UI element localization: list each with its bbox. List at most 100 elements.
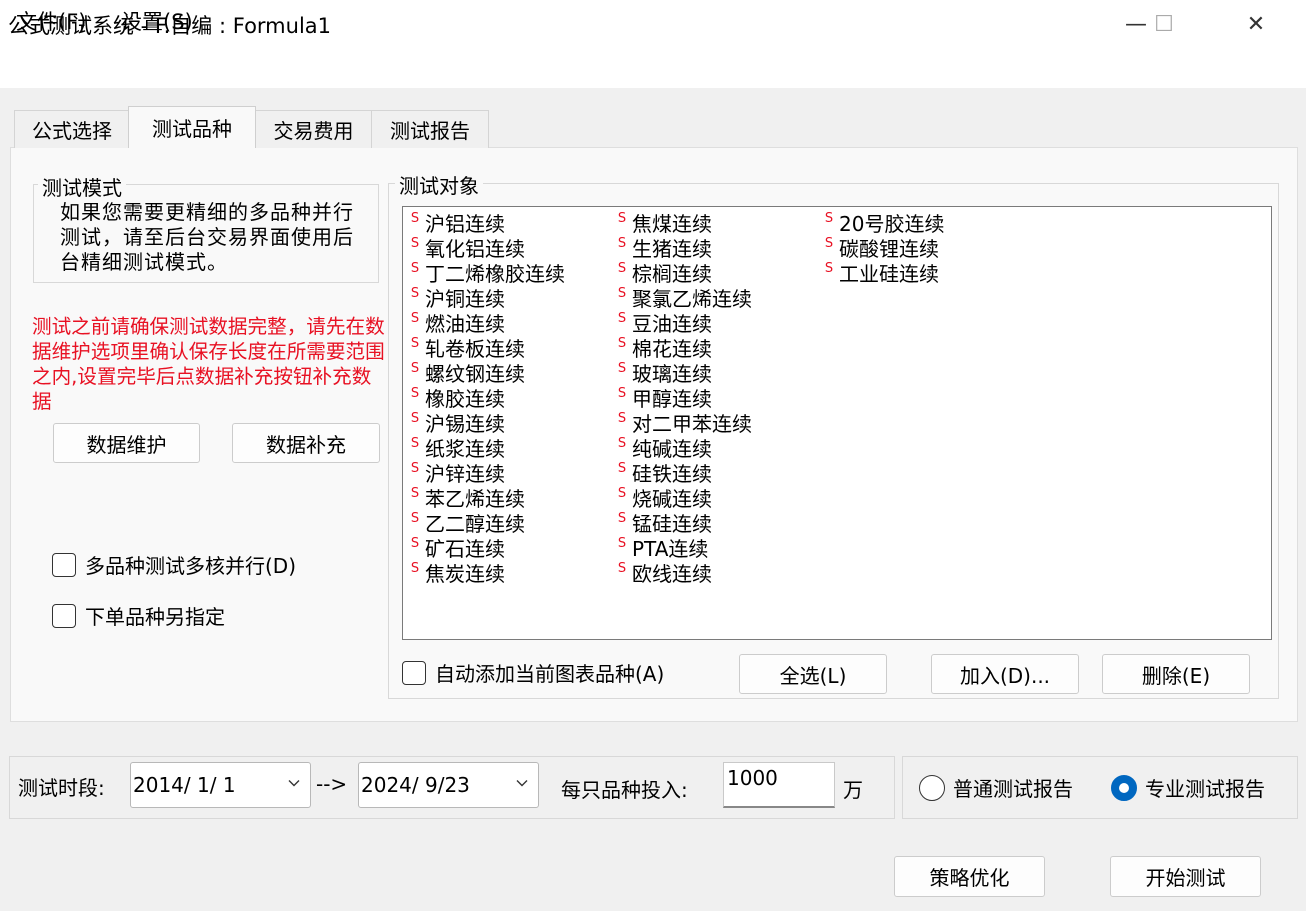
auto-add-label: 自动添加当前图表品种(A) <box>435 662 665 686</box>
professional-report-label: 专业测试报告 <box>1145 777 1265 801</box>
data-warning-text: 测试之前请确保测试数据完整，请先在数据维护选项里确认保存长度在所需要范围之内,设… <box>32 315 385 413</box>
list-item[interactable]: S PTA连续 <box>614 535 752 561</box>
list-item[interactable]: S 聚氯乙烯连续 <box>614 285 752 311</box>
list-item[interactable]: S 棉花连续 <box>614 335 752 361</box>
list-item[interactable]: S 氧化铝连续 <box>407 235 565 261</box>
checkbox-box[interactable] <box>52 552 76 577</box>
continuous-contract-badge: S <box>617 311 627 326</box>
list-item[interactable]: S 20号胶连续 <box>821 210 945 236</box>
test-objects-list[interactable]: S 沪铝连续 S 氧化铝连续 S 丁二烯橡胶连续 S 沪铜连续 S 燃油连续 S 轧卷板连续 S 螺纹钢连… <box>402 206 1272 640</box>
continuous-contract-badge: S <box>617 436 627 451</box>
list-item[interactable]: S 苯乙烯连续 <box>407 485 565 511</box>
continuous-contract-badge: S <box>410 436 420 451</box>
chevron-down-icon[interactable] <box>516 777 528 789</box>
continuous-contract-badge: S <box>617 561 627 576</box>
list-item[interactable]: S 烧碱连续 <box>614 485 752 511</box>
list-item[interactable]: S 对二甲苯连续 <box>614 410 752 436</box>
checkbox-box[interactable] <box>52 603 76 628</box>
list-item[interactable]: S 欧线连续 <box>614 560 752 586</box>
start-date-value: 2014/ 1/ 1 <box>133 773 236 797</box>
continuous-contract-badge: S <box>617 261 627 276</box>
list-item[interactable]: S 橡胶连续 <box>407 385 565 411</box>
auto-add-checkbox[interactable]: 自动添加当前图表品种(A) <box>402 658 664 687</box>
test-mode-description: 如果您需要更精细的多品种并行测试，请至后台交易界面使用后台精细测试模式。 <box>60 200 354 274</box>
list-item[interactable]: S 豆油连续 <box>614 310 752 336</box>
investment-input[interactable]: 1000 <box>723 762 835 808</box>
continuous-contract-badge: S <box>410 486 420 501</box>
continuous-contract-badge: S <box>410 236 420 251</box>
tab-trade-fees[interactable]: 交易费用 <box>255 110 372 148</box>
list-item[interactable]: S 轧卷板连续 <box>407 335 565 361</box>
list-item[interactable]: S 燃油连续 <box>407 310 565 336</box>
menu-file[interactable]: 文件(F) <box>16 6 86 36</box>
radio-button[interactable] <box>919 774 945 801</box>
continuous-contract-badge: S <box>617 486 627 501</box>
list-item[interactable]: S 沪铜连续 <box>407 285 565 311</box>
list-item[interactable]: S 纸浆连续 <box>407 435 565 461</box>
list-item[interactable]: S 矿石连续 <box>407 535 565 561</box>
continuous-contract-badge: S <box>410 536 420 551</box>
strategy-optimize-button[interactable]: 策略优化 <box>894 856 1045 897</box>
add-button[interactable]: 加入(D)... <box>931 654 1079 694</box>
list-item[interactable]: S 沪铝连续 <box>407 210 565 236</box>
list-item[interactable]: S 锰硅连续 <box>614 510 752 536</box>
maximize-icon: ☐ <box>1154 11 1174 37</box>
list-item[interactable]: S 焦炭连续 <box>407 560 565 586</box>
tab-test-report[interactable]: 测试报告 <box>371 110 489 148</box>
list-item[interactable]: S 工业硅连续 <box>821 260 944 286</box>
continuous-contract-badge: S <box>617 236 627 251</box>
list-item[interactable]: S 玻璃连续 <box>614 360 752 386</box>
end-date-picker[interactable]: 2024/ 9/23 <box>358 762 539 808</box>
continuous-contract-badge: S <box>617 411 627 426</box>
radio-button-selected[interactable] <box>1111 774 1137 801</box>
continuous-contract-badge: S <box>410 311 420 326</box>
multicore-parallel-label: 多品种测试多核并行(D) <box>85 554 297 578</box>
list-item[interactable]: S 螺纹钢连续 <box>407 360 565 386</box>
list-item[interactable]: S 硅铁连续 <box>614 460 752 486</box>
menu-settings[interactable]: 设置(S) <box>121 6 193 36</box>
list-item[interactable]: S 乙二醇连续 <box>407 510 565 536</box>
chevron-down-icon[interactable] <box>288 777 300 789</box>
continuous-contract-badge: S <box>824 261 834 276</box>
maximize-button[interactable]: ☐ <box>1134 0 1194 48</box>
list-item[interactable]: S 棕榈连续 <box>614 260 752 286</box>
continuous-contract-badge: S <box>410 211 420 226</box>
tab-test-symbols[interactable]: 测试品种 <box>128 106 256 148</box>
list-column: S 沪铝连续 S 氧化铝连续 S 丁二烯橡胶连续 S 沪铜连续 S 燃油连续 S 轧卷板连续 S 螺纹钢连… <box>407 210 565 586</box>
close-button[interactable]: ✕ <box>1226 0 1286 48</box>
investment-label: 每只品种投入: <box>561 778 688 802</box>
start-test-button[interactable]: 开始测试 <box>1110 856 1261 897</box>
continuous-contract-badge: S <box>824 236 834 251</box>
list-item-label: 工业硅连续 <box>839 262 939 286</box>
list-item[interactable]: S 纯碱连续 <box>614 435 752 461</box>
checkbox-box[interactable] <box>402 660 426 685</box>
list-item[interactable]: S 焦煤连续 <box>614 210 752 236</box>
multicore-parallel-checkbox[interactable]: 多品种测试多核并行(D) <box>52 550 296 579</box>
list-item[interactable]: S 生猪连续 <box>614 235 752 261</box>
list-item[interactable]: S 碳酸锂连续 <box>821 235 944 261</box>
period-arrow: --> <box>316 772 348 796</box>
continuous-contract-badge: S <box>410 336 420 351</box>
continuous-contract-badge: S <box>410 411 420 426</box>
professional-report-radio[interactable]: 专业测试报告 <box>1111 773 1265 802</box>
continuous-contract-badge: S <box>410 511 420 526</box>
continuous-contract-badge: S <box>410 261 420 276</box>
list-item[interactable]: S 沪锌连续 <box>407 460 565 486</box>
list-item[interactable]: S 丁二烯橡胶连续 <box>407 260 565 286</box>
list-item[interactable]: S 沪锡连续 <box>407 410 565 436</box>
data-supplement-button[interactable]: 数据补充 <box>232 423 380 463</box>
list-item[interactable]: S 甲醇连续 <box>614 385 752 411</box>
select-all-button[interactable]: 全选(L) <box>739 654 887 694</box>
order-symbol-checkbox[interactable]: 下单品种另指定 <box>52 601 225 630</box>
tab-formula-select[interactable]: 公式选择 <box>14 110 130 148</box>
continuous-contract-badge: S <box>617 211 627 226</box>
normal-report-radio[interactable]: 普通测试报告 <box>919 773 1073 802</box>
data-maintenance-button[interactable]: 数据维护 <box>53 423 200 463</box>
investment-unit: 万 <box>843 778 863 802</box>
delete-button[interactable]: 删除(E) <box>1102 654 1250 694</box>
list-item-label: 欧线连续 <box>632 562 712 586</box>
close-icon: ✕ <box>1246 11 1266 37</box>
continuous-contract-badge: S <box>617 511 627 526</box>
start-date-picker[interactable]: 2014/ 1/ 1 <box>130 762 311 808</box>
continuous-contract-badge: S <box>617 286 627 301</box>
